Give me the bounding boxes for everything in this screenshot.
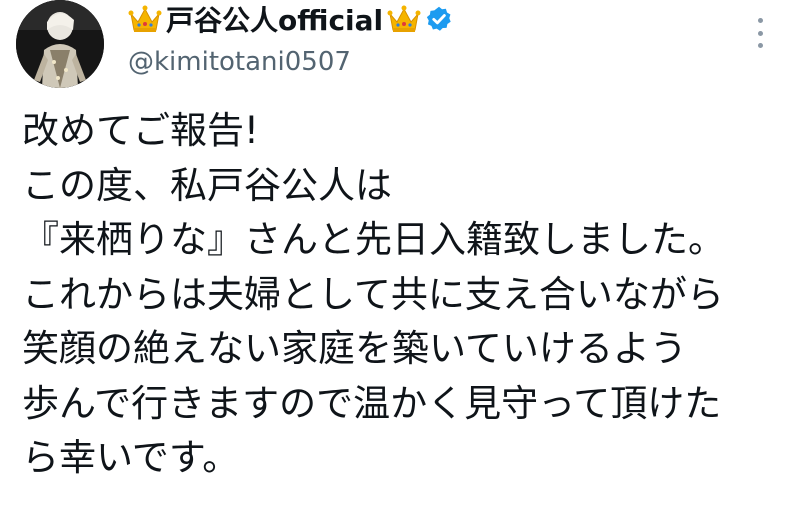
author-handle[interactable]: @kimitotani0507 bbox=[128, 44, 728, 80]
more-vertical-icon[interactable] bbox=[748, 18, 772, 48]
dot bbox=[757, 18, 763, 23]
tweet: 戸谷公人official @kimitotani0507 改めてご報告! この度… bbox=[0, 0, 788, 516]
tweet-text-line: 歩んで行きますので温かく見守って頂けた bbox=[22, 381, 722, 425]
crown-icon bbox=[387, 4, 421, 34]
tweet-text-line: 笑顔の絶えない家庭を築いていけるよう bbox=[22, 327, 687, 370]
tweet-text-line: 『来栖りな』さんと先日入籍致しました。 bbox=[22, 218, 725, 261]
dot bbox=[757, 30, 763, 36]
tweet-header: 戸谷公人official @kimitotani0507 bbox=[128, 0, 728, 80]
dot bbox=[757, 43, 763, 48]
tweet-text-line: ら幸いです。 bbox=[22, 436, 240, 479]
tweet-text-line: 改めてご報告! bbox=[22, 109, 259, 152]
author-display-name[interactable]: 戸谷公人official bbox=[166, 0, 383, 39]
avatar[interactable] bbox=[16, 0, 104, 88]
author-name-row[interactable]: 戸谷公人official bbox=[128, 0, 728, 38]
tweet-text-line: この度、私戸谷公人は bbox=[22, 163, 392, 207]
tweet-text: 改めてご報告! この度、私戸谷公人は 『来栖りな』さんと先日入籍致しました。 こ… bbox=[22, 104, 782, 486]
crown-icon bbox=[128, 4, 162, 34]
verified-badge-icon bbox=[425, 5, 453, 33]
avatar-photo bbox=[16, 0, 104, 88]
tweet-text-line: これからは夫婦として共に支え合いながら bbox=[22, 272, 724, 316]
